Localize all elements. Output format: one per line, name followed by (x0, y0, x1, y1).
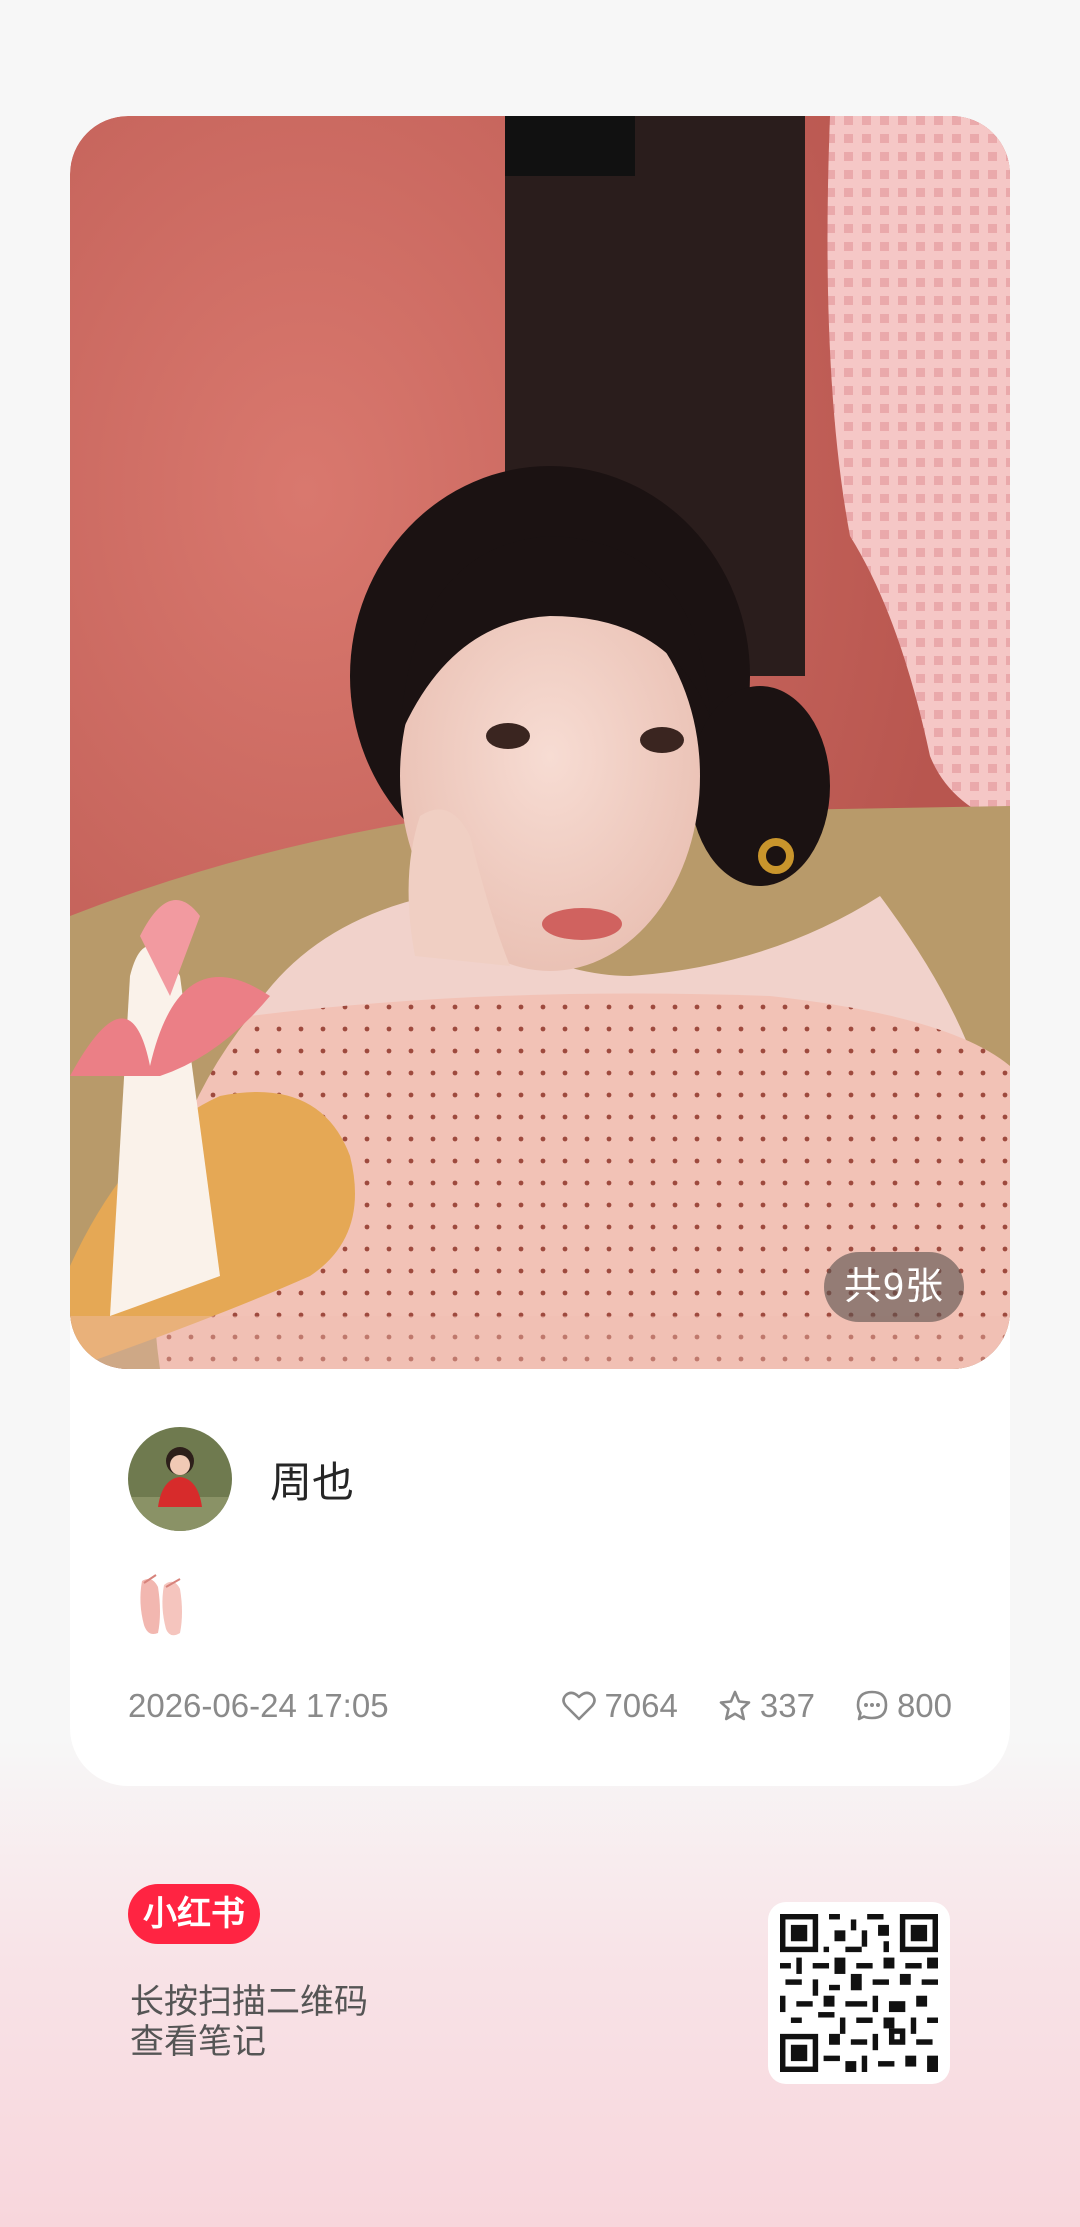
cover-illustration (70, 116, 1010, 1369)
like-stat[interactable]: 7064 (562, 1687, 678, 1725)
ballet-shoes-icon (136, 1573, 186, 1639)
qr-code-icon (780, 1914, 938, 2072)
post-date: 2026-06-24 17:05 (128, 1687, 389, 1724)
scan-hint: 长按扫描二维码 查看笔记 (130, 1982, 368, 2062)
avatar-icon (128, 1427, 232, 1531)
collect-count: 337 (759, 1687, 815, 1724)
like-count: 7064 (604, 1687, 678, 1724)
star-icon (719, 1690, 751, 1721)
avatar[interactable] (128, 1427, 232, 1531)
image-count-badge: 共9张 (823, 1252, 964, 1322)
author-row[interactable]: 周也 (128, 1427, 354, 1531)
note-share-card: 共9张 周也 2026-06-24 17:05 7064 337 800 (70, 116, 1010, 1786)
note-meta-row: 2026-06-24 17:05 7064 337 800 (128, 1676, 952, 1736)
author-name[interactable]: 周也 (270, 1449, 354, 1510)
comment-icon (856, 1690, 888, 1721)
cover-image[interactable]: 共9张 (70, 116, 1010, 1369)
scan-hint-line1: 长按扫描二维码 (130, 1983, 368, 2021)
comment-count: 800 (896, 1687, 952, 1724)
comment-stat[interactable]: 800 (855, 1687, 952, 1725)
heart-icon (562, 1691, 597, 1721)
collect-stat[interactable]: 337 (718, 1687, 815, 1725)
qr-code[interactable] (768, 1902, 950, 2084)
scan-hint-line2: 查看笔记 (130, 2023, 266, 2061)
xiaohongshu-logo: 小红书 (128, 1884, 260, 1944)
